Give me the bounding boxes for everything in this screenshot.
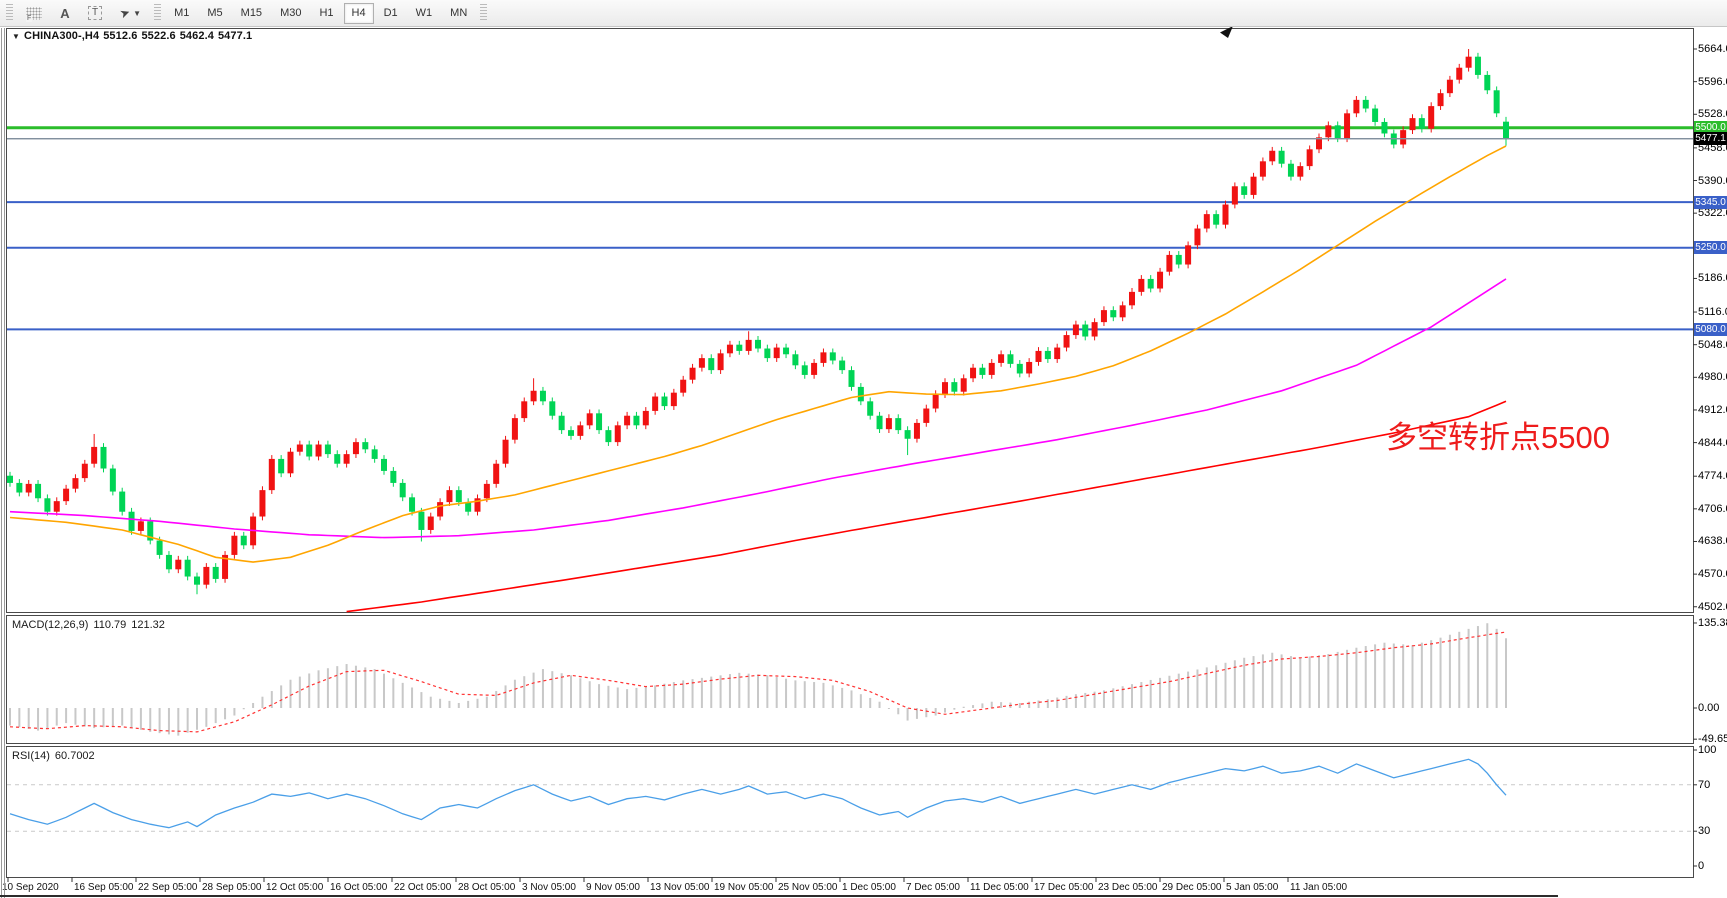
rsi-indicator-label: RSI(14) 60.7002 — [12, 750, 95, 762]
rsi-name: RSI(14) — [12, 750, 50, 762]
rsi-value: 60.7002 — [55, 750, 95, 762]
timeframe-button-M15[interactable]: M15 — [233, 3, 270, 24]
timeframe-button-M1[interactable]: M1 — [166, 3, 197, 24]
timeframe-button-W1[interactable]: W1 — [408, 3, 441, 24]
grid-icon: F — [26, 7, 42, 20]
toolbar-grip[interactable] — [6, 4, 13, 22]
macd-name: MACD(12,26,9) — [12, 619, 88, 631]
macd-histogram — [9, 623, 1507, 735]
macd-signal-value: 121.32 — [131, 619, 165, 631]
macd-indicator-label: MACD(12,26,9) 110.79 121.32 — [12, 619, 165, 631]
timeframe-button-group: M1M5M15M30H1H4D1W1MN — [165, 3, 476, 24]
arrow-tools-button[interactable]: ➤ ▼ — [112, 3, 149, 24]
toolbar-grip[interactable] — [480, 4, 487, 22]
ma-slow-line[interactable] — [347, 401, 1506, 611]
grid-f-tool-button[interactable]: F — [18, 3, 50, 24]
open-value: 5512.6 — [103, 30, 137, 42]
timeframe-button-H1[interactable]: H1 — [311, 3, 341, 24]
timeframe-button-D1[interactable]: D1 — [376, 3, 406, 24]
timeframe-button-M5[interactable]: M5 — [199, 3, 230, 24]
high-value: 5522.6 — [141, 30, 175, 42]
trading-app-window: F A T ➤ ▼ M1M5M15M30H1H4D1W1MN ▼ CHINA30… — [0, 0, 1727, 898]
font-tool-button[interactable]: A — [52, 3, 78, 24]
ma-fast-line[interactable] — [10, 146, 1506, 562]
toolbar: F A T ➤ ▼ M1M5M15M30H1H4D1W1MN — [0, 0, 1727, 27]
candlestick-series[interactable] — [7, 49, 1509, 594]
chart-annotation-text: 多空转折点5500 — [1386, 412, 1610, 457]
font-icon: A — [60, 6, 69, 21]
low-value: 5462.4 — [180, 30, 214, 42]
timeframe-button-MN[interactable]: MN — [442, 3, 475, 24]
arrow-tool-icon: ➤ — [118, 5, 132, 22]
close-value: 5477.1 — [218, 30, 252, 42]
arrow-object-icon[interactable] — [1220, 26, 1233, 38]
symbol-dropdown-icon[interactable]: ▼ — [12, 32, 20, 41]
chevron-down-icon[interactable]: ▼ — [133, 9, 141, 18]
macd-main-value: 110.79 — [93, 619, 126, 631]
toolbar-grip[interactable] — [154, 4, 161, 22]
timeframe-button-M30[interactable]: M30 — [272, 3, 309, 24]
chart-header: ▼ CHINA300-,H4 5512.6 5522.6 5462.4 5477… — [12, 30, 252, 42]
rsi-line — [10, 759, 1506, 827]
text-icon: T — [88, 6, 102, 20]
text-tool-button[interactable]: T — [80, 3, 110, 24]
symbol-period-label: CHINA300-,H4 — [24, 30, 99, 42]
timeframe-button-H4[interactable]: H4 — [344, 3, 374, 24]
ma-mid-line[interactable] — [10, 279, 1506, 538]
